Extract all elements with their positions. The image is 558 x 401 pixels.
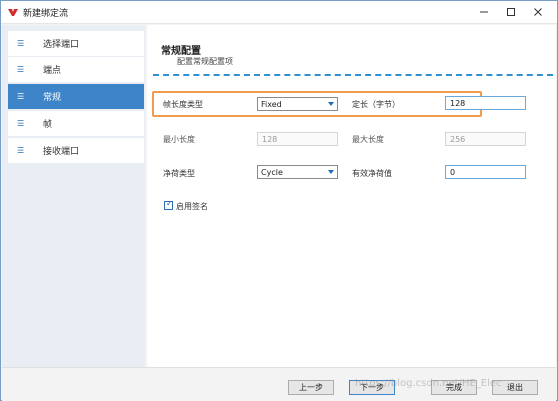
sidebar-item-receive-port[interactable]: ☰ 接收端口 — [8, 138, 144, 163]
frame-length-type-label: 帧长度类型 — [163, 100, 203, 109]
minimize-icon — [480, 11, 488, 13]
enable-signature-checkbox[interactable]: ✓ — [164, 199, 173, 210]
close-icon — [534, 8, 542, 16]
wizard-window: 新建绑定流 ☰ 选择端口 ☰ 端点 ☰ 常规 ☰ 帧 ☰ 接收端口 常规配置 配… — [0, 0, 558, 401]
max-length-label: 最大长度 — [352, 135, 384, 144]
sidebar-item-label: 帧 — [43, 120, 53, 130]
list-icon: ☰ — [17, 39, 25, 48]
min-length-value: 128 — [262, 134, 278, 144]
checkmark-icon: ✓ — [166, 199, 173, 208]
title-bar: 新建绑定流 — [1, 1, 557, 24]
list-icon: ☰ — [17, 92, 25, 101]
sidebar-item-label: 选择端口 — [43, 40, 80, 50]
minimize-button[interactable] — [471, 3, 497, 21]
list-icon: ☰ — [17, 146, 25, 155]
wizard-steps-sidebar: ☰ 选择端口 ☰ 端点 ☰ 常规 ☰ 帧 ☰ 接收端口 — [2, 25, 145, 367]
maximize-button[interactable] — [498, 3, 524, 21]
sidebar-item-label: 接收端口 — [43, 147, 80, 157]
fixed-length-value: 128 — [450, 98, 466, 108]
min-length-label: 最小长度 — [163, 135, 195, 144]
payload-value-input[interactable]: 0 — [445, 165, 526, 179]
payload-type-label: 净荷类型 — [163, 169, 195, 178]
payload-value-label: 有效净荷值 — [352, 169, 392, 178]
max-length-value: 256 — [450, 134, 466, 144]
dropdown-arrow-icon — [328, 170, 334, 174]
payload-type-select[interactable]: Cycle — [257, 165, 338, 179]
general-config-panel: 常规配置 配置常规配置项 帧长度类型 Fixed 定长（字节） 128 最小长度… — [147, 25, 556, 367]
enable-signature-label: 启用签名 — [176, 202, 208, 211]
app-logo-icon — [8, 9, 18, 16]
page-title: 常规配置 — [161, 46, 201, 57]
min-length-input: 128 — [257, 132, 338, 146]
sidebar-item-frame[interactable]: ☰ 帧 — [8, 111, 144, 136]
max-length-input: 256 — [445, 132, 526, 146]
payload-value-value: 0 — [450, 167, 456, 177]
dropdown-arrow-icon — [328, 102, 334, 106]
list-icon: ☰ — [17, 119, 25, 128]
fixed-length-label: 定长（字节） — [352, 100, 400, 109]
frame-length-type-value: Fixed — [261, 99, 282, 109]
page-subtitle: 配置常规配置项 — [177, 57, 233, 66]
prev-step-button[interactable]: 上一步 — [288, 380, 334, 395]
fixed-length-input[interactable]: 128 — [445, 96, 526, 110]
frame-length-type-select[interactable]: Fixed — [257, 97, 338, 111]
window-title: 新建绑定流 — [23, 9, 69, 19]
maximize-icon — [507, 8, 515, 16]
watermark-text: https://blog.csdn.net/HE_Elec — [355, 378, 502, 389]
sidebar-item-label: 端点 — [43, 66, 62, 76]
sidebar-item-label: 常规 — [43, 93, 62, 103]
close-button[interactable] — [525, 3, 551, 21]
list-icon: ☰ — [17, 65, 25, 74]
payload-type-value: Cycle — [261, 167, 283, 177]
sidebar-item-general[interactable]: ☰ 常规 — [8, 84, 144, 109]
section-divider — [153, 74, 553, 76]
sidebar-item-select-port[interactable]: ☰ 选择端口 — [8, 31, 144, 56]
sidebar-item-endpoint[interactable]: ☰ 端点 — [8, 57, 144, 82]
